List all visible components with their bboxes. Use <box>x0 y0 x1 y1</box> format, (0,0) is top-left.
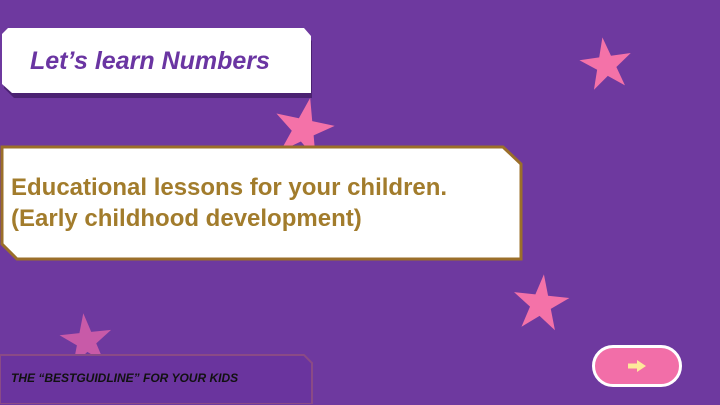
footer-tagline: THE “BESTGUIDLINE” FOR YOUR KIDS <box>11 371 239 385</box>
footer-box: THE “BESTGUIDLINE” FOR YOUR KIDS <box>0 354 314 404</box>
next-slide-button[interactable] <box>592 345 682 387</box>
title-box: Let’s learn Numbers <box>2 28 312 98</box>
slide-title: Let’s learn Numbers <box>30 47 270 75</box>
subtitle-box: Educational lessons for your children. (… <box>0 145 523 261</box>
star-icon <box>514 274 570 331</box>
arrow-right-icon <box>628 360 646 372</box>
star-icon <box>579 37 631 90</box>
subtitle-line-2: (Early childhood development) <box>11 205 362 232</box>
slide-subtitle: Educational lessons for your children. (… <box>11 172 447 234</box>
subtitle-line-1: Educational lessons for your children. <box>11 174 448 201</box>
